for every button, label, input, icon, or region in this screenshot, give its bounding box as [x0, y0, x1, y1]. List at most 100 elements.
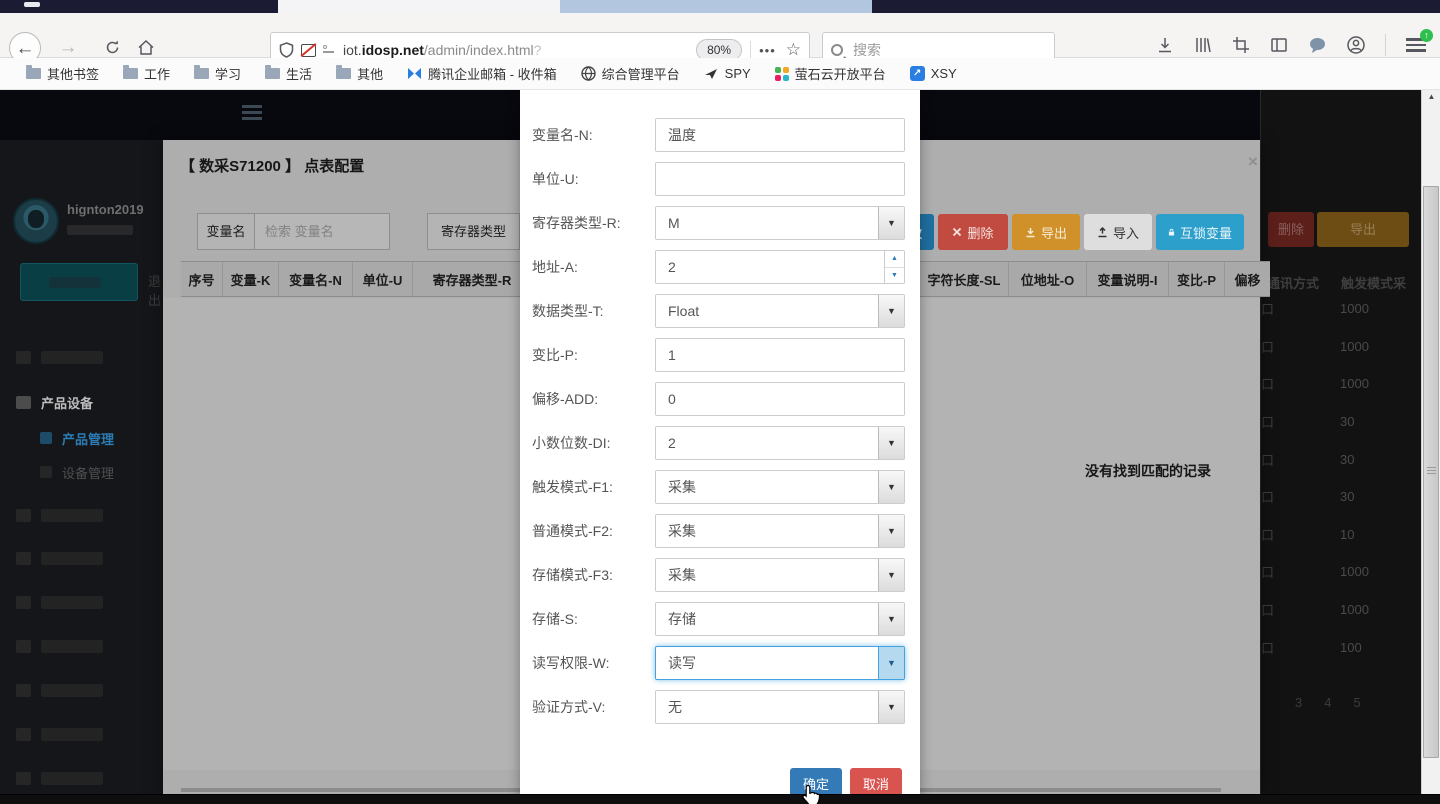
downloads-icon[interactable] — [1156, 36, 1174, 54]
column-header[interactable]: 单位-U — [352, 262, 412, 296]
column-header[interactable]: 序号 — [181, 262, 222, 296]
verify-mode-select[interactable]: 无▼ — [655, 690, 905, 724]
browser-tab[interactable] — [278, 0, 560, 13]
sidebar-item-blurred[interactable] — [0, 763, 163, 793]
blocked-permission-icon[interactable] — [301, 44, 316, 57]
ratio-input[interactable] — [656, 339, 904, 371]
avatar[interactable] — [13, 198, 59, 244]
unit-input[interactable] — [655, 162, 905, 196]
sidebar-item-blurred[interactable] — [0, 675, 163, 705]
field-label: 偏移-ADD: — [532, 389, 655, 409]
bottom-scrollbar[interactable] — [0, 794, 1440, 804]
variable-name-input[interactable] — [656, 119, 904, 151]
normal-mode-select[interactable]: 采集▼ — [655, 514, 905, 548]
sidebar-item-blurred[interactable] — [0, 500, 163, 530]
bookmark-label: 其他书签 — [47, 64, 99, 83]
scroll-up-icon[interactable]: ▲ — [1422, 92, 1440, 101]
divider — [750, 41, 751, 59]
bookmark-item[interactable]: 其他 — [326, 61, 393, 86]
filter-type-button[interactable]: 寄存器类型 — [427, 213, 520, 250]
unit-input[interactable] — [656, 163, 904, 195]
page-number[interactable]: 3 — [1295, 695, 1302, 710]
page-scrollbar[interactable]: ▲ — [1421, 90, 1440, 794]
variable-search-input[interactable] — [255, 213, 390, 250]
sidebar-item-产品设备[interactable]: 产品设备 — [0, 387, 163, 417]
sidebar-item-产品管理[interactable]: 产品管理 — [0, 423, 163, 453]
column-header[interactable]: 寄存器类型-R — [412, 262, 531, 296]
variable-name-input[interactable] — [655, 118, 905, 152]
删除-button[interactable]: 删除 — [938, 214, 1008, 250]
table-row: 网口1000 — [1261, 553, 1420, 591]
data-type-select[interactable]: Float▼ — [655, 294, 905, 328]
导出-button[interactable]: 导出 — [1012, 214, 1080, 250]
library-icon[interactable] — [1194, 36, 1212, 54]
decimals-select[interactable]: 2▼ — [655, 426, 905, 460]
bookmark-star-icon[interactable]: ☆ — [786, 40, 801, 60]
chevron-down-icon[interactable]: ▼ — [878, 647, 904, 679]
number-spinner[interactable]: ▲▼ — [884, 251, 904, 283]
sidebar-item-blurred[interactable] — [0, 587, 163, 617]
sidebar-toggle-icon[interactable] — [1270, 36, 1288, 54]
chevron-down-icon[interactable]: ▼ — [878, 691, 904, 723]
logout-link[interactable]: 退出 — [148, 271, 163, 309]
trigger-mode-select[interactable]: 采集▼ — [655, 470, 905, 504]
bookmark-item[interactable]: 综合管理平台 — [571, 61, 690, 86]
permissions-icon[interactable] — [323, 45, 335, 55]
导入-button[interactable]: 导入 — [1084, 214, 1152, 250]
chevron-down-icon[interactable]: ▼ — [878, 515, 904, 547]
offset-input[interactable] — [655, 382, 905, 416]
chevron-down-icon[interactable]: ▼ — [878, 559, 904, 591]
column-header[interactable]: 变量名-N — [278, 262, 352, 296]
sidebar-item-blurred[interactable] — [0, 543, 163, 573]
sidebar-collapse-icon[interactable] — [242, 105, 262, 123]
bookmark-item[interactable]: 生活 — [255, 61, 322, 86]
column-header[interactable]: 变量说明-I — [1086, 262, 1168, 296]
column-header[interactable]: 变量-K — [222, 262, 278, 296]
address-stepper[interactable]: 2▲▼ — [655, 250, 905, 284]
bookmark-item[interactable]: ↗XSY — [900, 63, 967, 84]
chevron-down-icon[interactable]: ▼ — [878, 427, 904, 459]
sidebar-item-blurred[interactable] — [0, 342, 163, 372]
menu-label: 产品管理 — [62, 429, 114, 448]
互锁变量-button[interactable]: 互锁变量 — [1156, 214, 1244, 250]
bookmark-item[interactable]: 萤石云开放平台 — [765, 61, 896, 86]
bookmark-item[interactable]: 学习 — [184, 61, 251, 86]
bookmark-item[interactable]: 腾讯企业邮箱 - 收件箱 — [397, 61, 567, 86]
chevron-down-icon[interactable]: ▼ — [878, 603, 904, 635]
offset-input[interactable] — [656, 383, 904, 415]
bookmark-item[interactable]: SPY — [694, 63, 761, 84]
storage-mode-select[interactable]: 采集▼ — [655, 558, 905, 592]
scrollbar-thumb[interactable] — [1423, 186, 1439, 758]
bookmark-item[interactable]: 其他书签 — [16, 61, 109, 86]
column-header[interactable]: 偏移 — [1224, 262, 1270, 296]
chevron-down-icon[interactable]: ▼ — [878, 471, 904, 503]
feedback-icon[interactable] — [1308, 36, 1327, 54]
rw-permission-select[interactable]: 读写▼ — [655, 646, 905, 680]
register-type-select[interactable]: M▼ — [655, 206, 905, 240]
browser-tab[interactable] — [560, 0, 872, 13]
page-number[interactable]: 5 — [1353, 695, 1360, 710]
column-header[interactable]: 变比-P — [1168, 262, 1224, 296]
删除-button-dimmed[interactable]: 删除 — [1268, 212, 1314, 247]
page-actions-icon[interactable]: ••• — [759, 43, 776, 58]
chevron-down-icon[interactable]: ▼ — [878, 295, 904, 327]
column-header[interactable]: 位地址-O — [1008, 262, 1086, 296]
divider — [1385, 34, 1386, 56]
bookmark-item[interactable]: 工作 — [113, 61, 180, 86]
page-number[interactable]: 4 — [1324, 695, 1331, 710]
导出-button-dimmed[interactable]: 导出 — [1317, 212, 1409, 247]
storage-select[interactable]: 存储▼ — [655, 602, 905, 636]
ratio-input[interactable] — [655, 338, 905, 372]
browser-search-input[interactable] — [851, 41, 1011, 59]
column-header[interactable]: 字符长度-SL — [920, 262, 1008, 296]
screenshot-icon[interactable] — [1232, 36, 1250, 54]
menu-icon[interactable]: ↑ — [1406, 35, 1426, 55]
profile-button[interactable] — [20, 263, 138, 301]
close-icon[interactable]: × — [1248, 152, 1258, 172]
sidebar-item-blurred[interactable] — [0, 631, 163, 661]
filter-field-button[interactable]: 变量名 — [197, 213, 255, 250]
account-icon[interactable] — [1347, 36, 1365, 54]
sidebar-item-blurred[interactable] — [0, 719, 163, 749]
chevron-down-icon[interactable]: ▼ — [878, 207, 904, 239]
sidebar-item-设备管理[interactable]: 设备管理 — [0, 457, 163, 487]
